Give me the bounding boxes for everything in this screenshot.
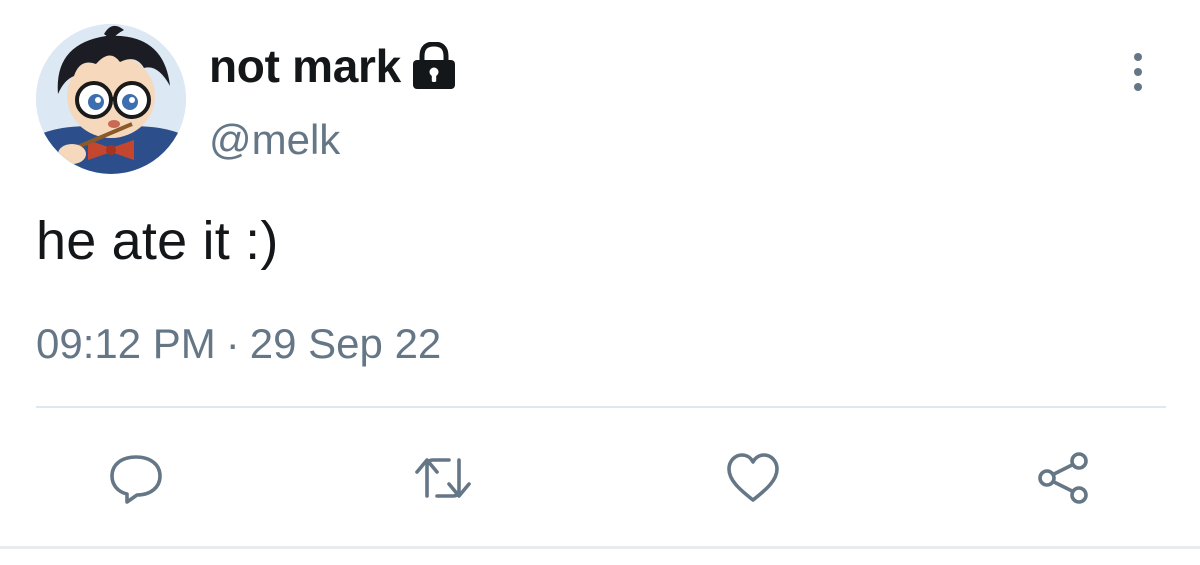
avatar-image [36,24,186,174]
more-vertical-icon[interactable] [1122,50,1154,96]
tweet-date: 29 Sep 22 [249,320,442,367]
retweet-icon [415,458,471,498]
tweet-text: he ate it :) [36,211,279,271]
reply-button[interactable] [106,448,166,508]
display-name-text[interactable]: not mark [209,39,401,93]
lock-icon [411,41,457,90]
display-name[interactable]: not mark [209,38,457,94]
timestamp[interactable]: 09:12 PM · 29 Sep 22 [36,320,441,368]
share-icon [1038,452,1088,504]
like-button[interactable] [723,448,783,508]
avatar[interactable] [36,24,186,174]
retweet-button[interactable] [413,448,473,508]
divider [36,406,1166,408]
user-handle[interactable]: @melk [209,116,340,164]
tweet-time: 09:12 PM [36,320,216,367]
reply-icon [110,455,162,504]
bottom-divider [0,546,1200,549]
heart-icon [727,453,779,502]
timestamp-separator: · [225,320,240,367]
share-button[interactable] [1033,448,1093,508]
